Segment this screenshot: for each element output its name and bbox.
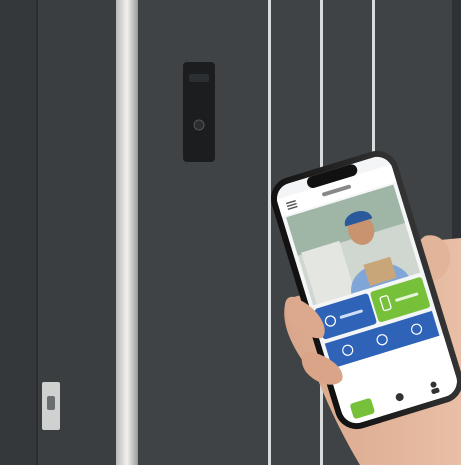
doorbell-lens-bar [189,74,209,82]
door-groove-1 [268,0,271,465]
smart-door-scene [0,0,461,465]
aluminum-strip [116,0,138,465]
lock-sensor-indicator [47,396,55,410]
scene-svg [0,0,461,465]
door-frame-left [0,0,38,465]
doorbell-button-icon [193,119,205,131]
